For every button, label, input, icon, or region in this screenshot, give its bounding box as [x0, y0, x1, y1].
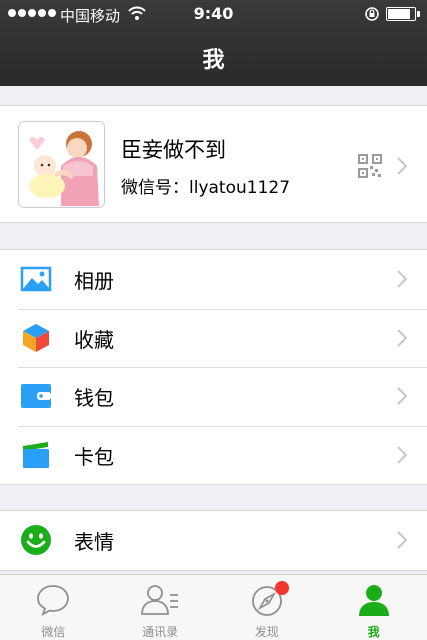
tab-bar: 微信 通讯录 发现 我 [0, 574, 427, 640]
avatar[interactable] [18, 121, 105, 208]
menu-item-emoji[interactable]: 表情 [0, 511, 427, 570]
tab-label: 通讯录 [142, 625, 179, 639]
chevron-right-icon [397, 270, 407, 288]
qr-code-icon[interactable] [358, 154, 382, 178]
status-time: 9:40 [193, 4, 234, 23]
menu-item-label: 表情 [74, 530, 114, 554]
battery-icon [386, 7, 416, 21]
notification-badge [274, 581, 289, 595]
me-person-icon [358, 585, 389, 616]
avatar-mother-baby-illustration [19, 122, 104, 207]
tab-label: 我 [367, 625, 380, 639]
menu-item-label: 钱包 [74, 386, 114, 410]
chat-bubble-icon [37, 585, 70, 616]
menu-section-1: 相册 收藏 钱包 卡包 [0, 249, 427, 485]
album-icon [20, 266, 52, 292]
menu-item-wallet[interactable]: 钱包 [0, 367, 427, 426]
tab-me[interactable]: 我 [320, 575, 427, 640]
profile-wechat-id: 微信号：llyatou1127 [121, 178, 291, 198]
menu-item-label: 相册 [74, 269, 114, 293]
tab-contacts[interactable]: 通讯录 [107, 575, 214, 640]
wallet-icon [21, 384, 51, 408]
menu-item-card-pack[interactable]: 卡包 [0, 425, 427, 485]
chevron-right-icon [397, 531, 407, 549]
menu-item-album[interactable]: 相册 [0, 250, 427, 309]
favorites-cube-icon [23, 323, 49, 352]
contacts-icon [141, 585, 179, 615]
status-bar: 中国移动 9:40 [0, 0, 427, 28]
card-pack-icon [23, 441, 49, 468]
tab-discover[interactable]: 发现 [214, 575, 321, 640]
tab-label: 发现 [254, 625, 279, 639]
chevron-right-icon [397, 328, 407, 347]
chevron-right-icon [397, 445, 407, 464]
emoji-icon [21, 525, 51, 555]
tab-label: 微信 [41, 625, 66, 639]
page-title: 我 [202, 48, 225, 73]
battery-tip [417, 11, 420, 17]
rotation-lock-icon [365, 7, 379, 21]
top-bar: 中国移动 9:40 我 [0, 0, 427, 86]
chevron-right-icon [397, 157, 407, 175]
menu-item-label: 收藏 [74, 327, 114, 352]
menu-item-label: 卡包 [74, 444, 114, 469]
tab-chats[interactable]: 微信 [0, 575, 107, 640]
menu-item-favorites[interactable]: 收藏 [0, 308, 427, 368]
menu-section-2: 表情 [0, 510, 427, 571]
chevron-right-icon [397, 387, 407, 405]
profile-card[interactable]: 臣妾做不到 微信号：llyatou1127 [0, 105, 427, 223]
profile-nickname: 臣妾做不到 [121, 138, 226, 162]
